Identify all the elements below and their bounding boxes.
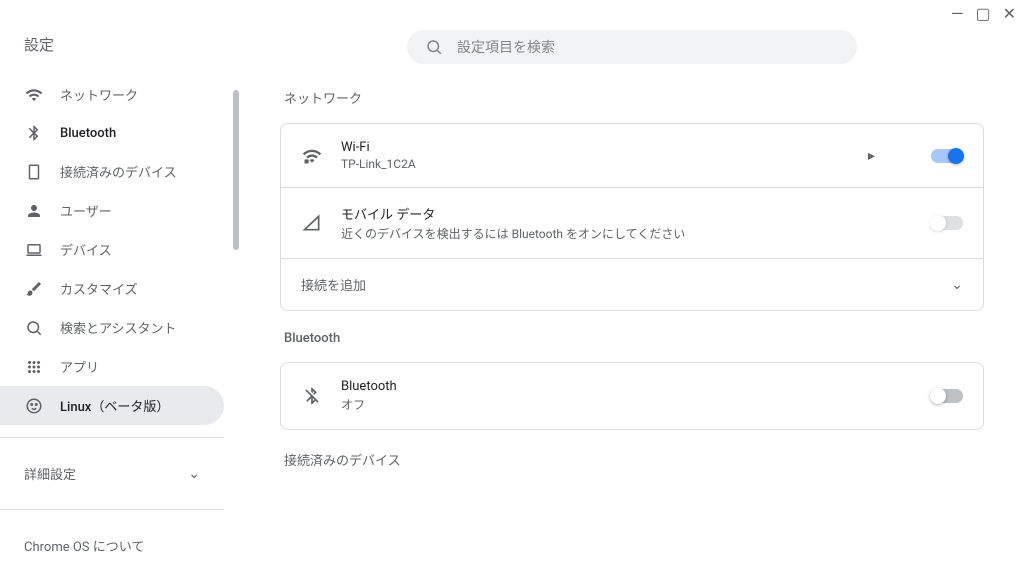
section-title-connected: 接続済みのデバイス [284,450,984,469]
bluetooth-icon [24,124,44,142]
sidebar-item-label: アプリ [60,357,99,376]
laptop-icon [24,241,44,259]
divider [0,437,224,438]
sidebar-title: 設定 [0,34,240,75]
wifi-title: Wi-Fi [341,140,850,155]
sidebar-item-label: Linux（ベータ版） [60,396,169,415]
sidebar-item-search-assistant[interactable]: 検索とアシスタント [0,308,224,347]
sidebar-item-bluetooth[interactable]: Bluetooth [0,114,224,152]
sidebar-item-apps[interactable]: アプリ [0,347,224,386]
main-content: ネットワーク Wi-Fi TP-Link_1C2A ▸ モバイル データ 近くの… [240,30,1024,530]
sidebar-item-user[interactable]: ユーザー [0,191,224,230]
sidebar-item-label: 検索とアシスタント [60,318,176,337]
sidebar-item-label: カスタマイズ [60,279,138,298]
sidebar-item-label: ユーザー [60,201,112,220]
mobile-data-row[interactable]: モバイル データ 近くのデバイスを検出するには Bluetooth をオンにして… [281,187,983,258]
sidebar-item-device[interactable]: デバイス [0,230,224,269]
sidebar-item-customize[interactable]: カスタマイズ [0,269,224,308]
section-title-network: ネットワーク [284,88,984,107]
brush-icon [24,280,44,298]
search-icon [425,38,443,56]
network-card: Wi-Fi TP-Link_1C2A ▸ モバイル データ 近くのデバイスを検出… [280,123,984,311]
wifi-ssid: TP-Link_1C2A [341,157,850,171]
bluetooth-title: Bluetooth [341,379,913,394]
chevron-right-icon: ▸ [868,148,875,164]
sidebar-about[interactable]: Chrome OS について [0,522,224,569]
bluetooth-status: オフ [341,396,913,413]
chevron-down-icon: ⌄ [188,466,200,482]
wifi-icon [24,86,44,104]
bluetooth-row[interactable]: Bluetooth オフ [281,363,983,429]
mobile-sub: 近くのデバイスを検出するには Bluetooth をオンにしてください [341,225,913,242]
wifi-toggle[interactable] [931,149,963,163]
minimize-button[interactable]: — [951,4,964,23]
search-input[interactable] [457,39,839,55]
sidebar-item-label: Bluetooth [60,126,116,141]
maximize-button[interactable]: ▢ [975,4,990,23]
sidebar-item-label: ネットワーク [60,85,138,104]
wifi-row[interactable]: Wi-Fi TP-Link_1C2A ▸ [281,124,983,187]
sidebar: 設定 ネットワーク Bluetooth 接続済みのデバイス ユーザー デバイス [0,30,240,530]
device-icon [24,163,44,181]
add-connection-label: 接続を追加 [301,275,933,294]
user-icon [24,202,44,220]
mobile-toggle [931,216,963,230]
sidebar-item-network[interactable]: ネットワーク [0,75,224,114]
search-icon [24,319,44,337]
divider [0,509,224,510]
bluetooth-off-icon [301,386,323,406]
apps-icon [24,358,44,376]
mobile-title: モバイル データ [341,204,913,223]
sidebar-item-linux[interactable]: Linux（ベータ版） [0,386,224,425]
sidebar-item-label: デバイス [60,240,112,259]
bluetooth-card: Bluetooth オフ [280,362,984,430]
add-connection-row[interactable]: 接続を追加 ⌄ [281,258,983,310]
wifi-secure-icon [301,146,323,166]
search-box[interactable] [407,30,857,64]
mobile-data-icon [301,213,323,233]
section-title-bluetooth: Bluetooth [284,331,984,346]
sidebar-advanced[interactable]: 詳細設定 ⌄ [0,450,224,497]
sidebar-item-label: 接続済みのデバイス [60,162,177,181]
bluetooth-toggle[interactable] [931,389,963,403]
sidebar-item-label: 詳細設定 [24,464,76,483]
sidebar-item-connected-devices[interactable]: 接続済みのデバイス [0,152,224,191]
close-button[interactable]: ✕ [1003,4,1016,23]
chevron-down-icon: ⌄ [951,277,963,293]
scrollbar[interactable] [232,90,240,490]
linux-icon [24,397,44,415]
